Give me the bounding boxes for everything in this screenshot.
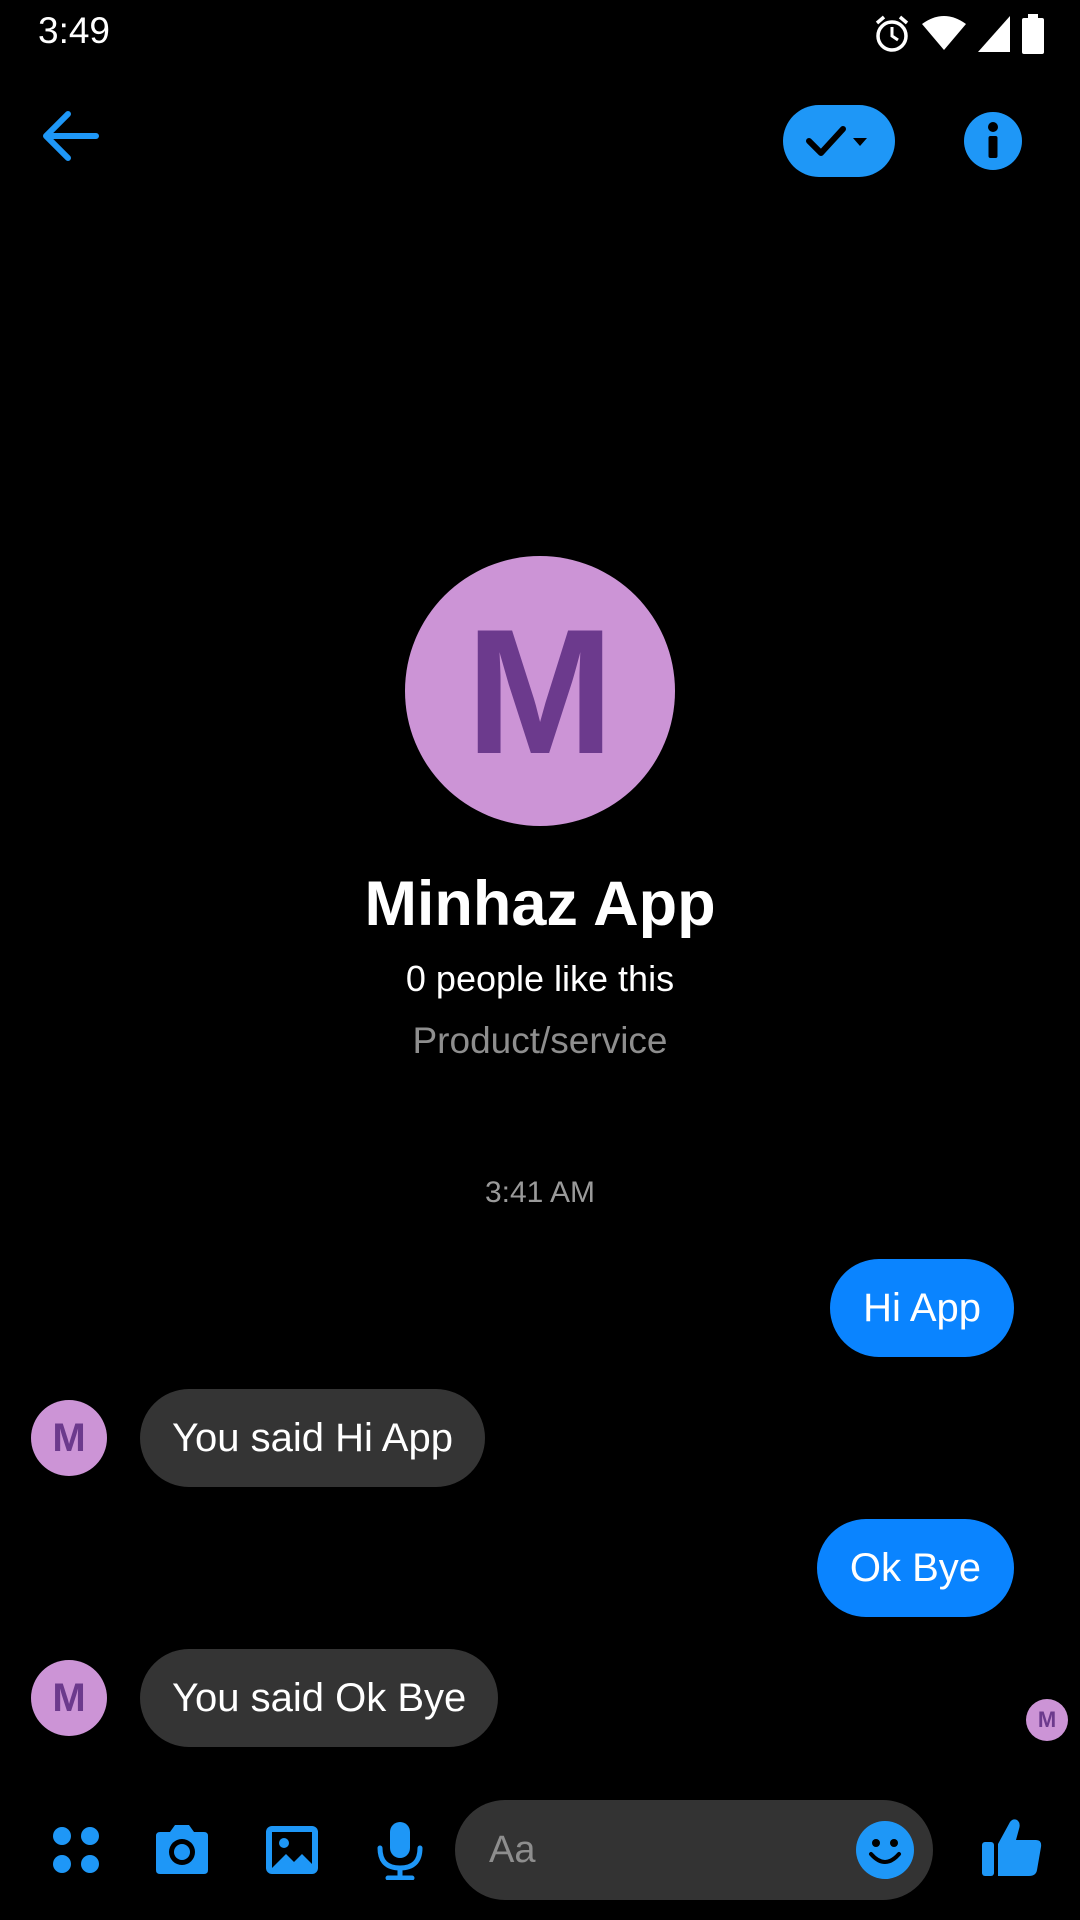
status-time: 3:49 bbox=[38, 10, 111, 51]
message-input-container bbox=[455, 1800, 933, 1900]
microphone-icon bbox=[377, 1822, 423, 1881]
profile-header: M Minhaz App 0 people like this Product/… bbox=[0, 556, 1080, 1062]
info-icon bbox=[988, 122, 998, 158]
mark-done-button[interactable] bbox=[783, 105, 895, 177]
wifi-icon bbox=[922, 16, 966, 50]
outgoing-message[interactable]: Ok Bye bbox=[816, 1519, 1014, 1617]
incoming-message-row: M You said Ok Bye bbox=[31, 1649, 499, 1747]
likes-count: 0 people like this bbox=[405, 958, 675, 999]
arrow-left-icon bbox=[43, 111, 99, 161]
camera-icon bbox=[156, 1825, 208, 1874]
sender-avatar[interactable]: M bbox=[31, 1660, 107, 1736]
emoji-icon bbox=[856, 1821, 914, 1879]
message-input[interactable] bbox=[487, 1827, 833, 1873]
page-title: Minhaz App bbox=[364, 869, 716, 939]
outgoing-message[interactable]: Hi App bbox=[830, 1259, 1014, 1357]
incoming-message-row: M You said Hi App bbox=[31, 1389, 485, 1487]
gallery-button[interactable] bbox=[262, 1820, 322, 1880]
camera-button[interactable] bbox=[152, 1820, 212, 1880]
avatar[interactable]: M bbox=[405, 556, 675, 826]
incoming-message[interactable]: You said Hi App bbox=[140, 1389, 485, 1487]
sender-avatar[interactable]: M bbox=[31, 1400, 107, 1476]
apps-icon bbox=[53, 1827, 99, 1873]
apps-button[interactable] bbox=[46, 1820, 106, 1880]
gallery-icon bbox=[266, 1826, 318, 1874]
like-button[interactable] bbox=[980, 1816, 1042, 1876]
status-bar: 3:49 bbox=[0, 0, 1080, 66]
chat-header bbox=[0, 100, 1080, 182]
incoming-message[interactable]: You said Ok Bye bbox=[140, 1649, 499, 1747]
status-icons bbox=[874, 12, 1044, 56]
alarm-icon bbox=[875, 15, 909, 52]
check-dropdown-icon bbox=[806, 126, 867, 156]
signal-icon bbox=[978, 16, 1010, 52]
battery-icon bbox=[1022, 14, 1044, 54]
voice-button[interactable] bbox=[370, 1820, 430, 1881]
emoji-button[interactable] bbox=[855, 1820, 915, 1880]
page-category: Product/service bbox=[412, 1020, 668, 1061]
message-timestamp: 3:41 AM bbox=[484, 1176, 596, 1209]
seen-indicator-avatar: M bbox=[1026, 1699, 1068, 1741]
thumbs-up-icon bbox=[982, 1819, 1042, 1876]
info-button[interactable] bbox=[964, 112, 1022, 170]
messenger-chat-screen: 3:49 M Minhaz App 0 people like this Pro… bbox=[0, 0, 1080, 1920]
message-composer bbox=[0, 1800, 1080, 1900]
back-button[interactable] bbox=[40, 110, 112, 172]
